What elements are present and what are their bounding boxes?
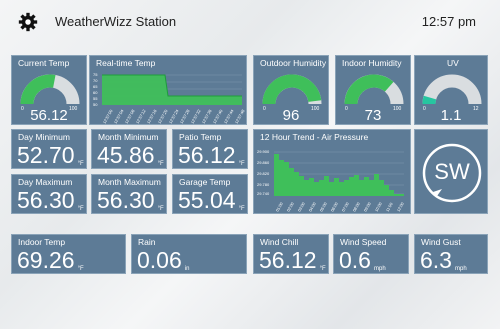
- garage-temp-tile[interactable]: Garage Temp 55.04 °F: [172, 174, 248, 214]
- svg-text:12:00: 12:00: [396, 201, 406, 213]
- outdoor-humidity-tile[interactable]: Outdoor Humidity 0 100 96: [253, 55, 329, 125]
- y-tick: 75: [93, 72, 98, 77]
- svg-text:03:00: 03:00: [297, 201, 307, 213]
- gear-icon[interactable]: [18, 12, 38, 32]
- day-minimum-tile[interactable]: Day Minimum 52.70 °F: [11, 129, 87, 169]
- gauge-fill: [344, 74, 394, 105]
- outdoor-humidity-value: 96: [282, 107, 300, 124]
- svg-text:09:00: 09:00: [363, 201, 373, 213]
- y-tick: 55: [93, 96, 98, 101]
- x-axis-labels: 01:00 02:00 03:00 04:00 05:00 06:00 07:0…: [275, 201, 406, 213]
- temp-area: [102, 75, 242, 105]
- air-pressure-tile[interactable]: 12 Hour Trend - Air Pressure 29.900 29.8…: [253, 129, 411, 214]
- wind-chill-tile[interactable]: Wind Chill 56.12 °F: [253, 234, 329, 274]
- day-max-value: 56.30: [17, 187, 75, 213]
- month-max-value: 56.30: [97, 187, 155, 213]
- rain-tile[interactable]: Rain 0.06 in: [131, 234, 247, 274]
- svg-text:29.900: 29.900: [257, 149, 270, 154]
- gauge-fill: [262, 74, 322, 105]
- wind-speed-tile[interactable]: Wind Speed 0.6 mph: [333, 234, 409, 274]
- current-temp-tile[interactable]: Current Temp 0 100 56.12: [11, 55, 87, 125]
- svg-text:01:00: 01:00: [275, 201, 285, 213]
- day-min-value: 52.70: [17, 142, 75, 168]
- indoor-temp-value: 69.26: [17, 247, 75, 273]
- wind-gust-value: 6.3: [420, 247, 452, 273]
- gauge-fill: [422, 95, 437, 105]
- top-bar: WeatherWizz Station 12:57 pm: [0, 0, 500, 44]
- month-maximum-tile[interactable]: Month Maximum 56.30 °F: [91, 174, 167, 214]
- uv-tile[interactable]: UV 0 12 1.1: [414, 55, 488, 125]
- gauge-fill: [20, 74, 56, 105]
- svg-text:02:00: 02:00: [286, 201, 296, 213]
- indoor-temp-tile[interactable]: Indoor Temp 69.26 °F: [11, 234, 126, 274]
- indoor-humidity-tile[interactable]: Indoor Humidity 0 100 73: [335, 55, 411, 125]
- y-tick: 50: [93, 102, 98, 107]
- svg-text:29.740: 29.740: [257, 191, 270, 196]
- svg-text:12:57:48: 12:57:48: [234, 108, 247, 125]
- patio-temp-value: 56.12: [178, 142, 236, 168]
- y-tick: 60: [93, 90, 98, 95]
- indoor-humidity-value: 73: [364, 107, 382, 124]
- wind-gust-tile[interactable]: Wind Gust 6.3 mph: [414, 234, 488, 274]
- month-minimum-tile[interactable]: Month Minimum 45.86 °F: [91, 129, 167, 169]
- app-title: WeatherWizz Station: [55, 14, 177, 29]
- svg-text:29.780: 29.780: [257, 182, 270, 187]
- svg-text:06:00: 06:00: [330, 201, 340, 213]
- wind-speed-value: 0.6: [339, 247, 371, 273]
- svg-text:10:00: 10:00: [374, 201, 384, 213]
- month-min-value: 45.86: [97, 142, 155, 168]
- wind-direction-value: SW: [434, 159, 470, 184]
- garage-temp-value: 55.04: [178, 187, 236, 213]
- wind-direction-tile[interactable]: SW: [414, 129, 488, 214]
- day-maximum-tile[interactable]: Day Maximum 56.30 °F: [11, 174, 87, 214]
- y-tick: 70: [93, 78, 98, 83]
- svg-text:08:00: 08:00: [352, 201, 362, 213]
- rain-value: 0.06: [137, 247, 182, 273]
- svg-text:11:00: 11:00: [385, 201, 395, 213]
- svg-text:05:00: 05:00: [319, 201, 329, 213]
- svg-text:29.820: 29.820: [257, 171, 270, 176]
- y-tick: 65: [93, 84, 98, 89]
- patio-temp-tile[interactable]: Patio Temp 56.12 °F: [172, 129, 248, 169]
- clock: 12:57 pm: [421, 14, 476, 29]
- pressure-area: [274, 154, 404, 196]
- svg-text:07:00: 07:00: [341, 201, 351, 213]
- wind-chill-value: 56.12: [259, 247, 317, 273]
- x-axis-labels: 12:57:00 12:57:04 12:57:08 12:57:12 12:5…: [102, 108, 247, 125]
- svg-text:29.860: 29.860: [257, 160, 270, 165]
- current-temp-value: 56.12: [30, 107, 68, 124]
- realtime-temp-chart: 75 70 65 60 55 50 12:57:00 12:57:04 12:5…: [93, 72, 247, 125]
- air-pressure-chart: 29.900 29.860 29.820 29.780 29.740 01:00…: [257, 149, 406, 213]
- uv-value: 1.1: [440, 107, 462, 124]
- svg-text:04:00: 04:00: [308, 201, 318, 213]
- realtime-temp-tile[interactable]: Real-time Temp 75 70 65 60 55 50 12:57:0…: [89, 55, 247, 125]
